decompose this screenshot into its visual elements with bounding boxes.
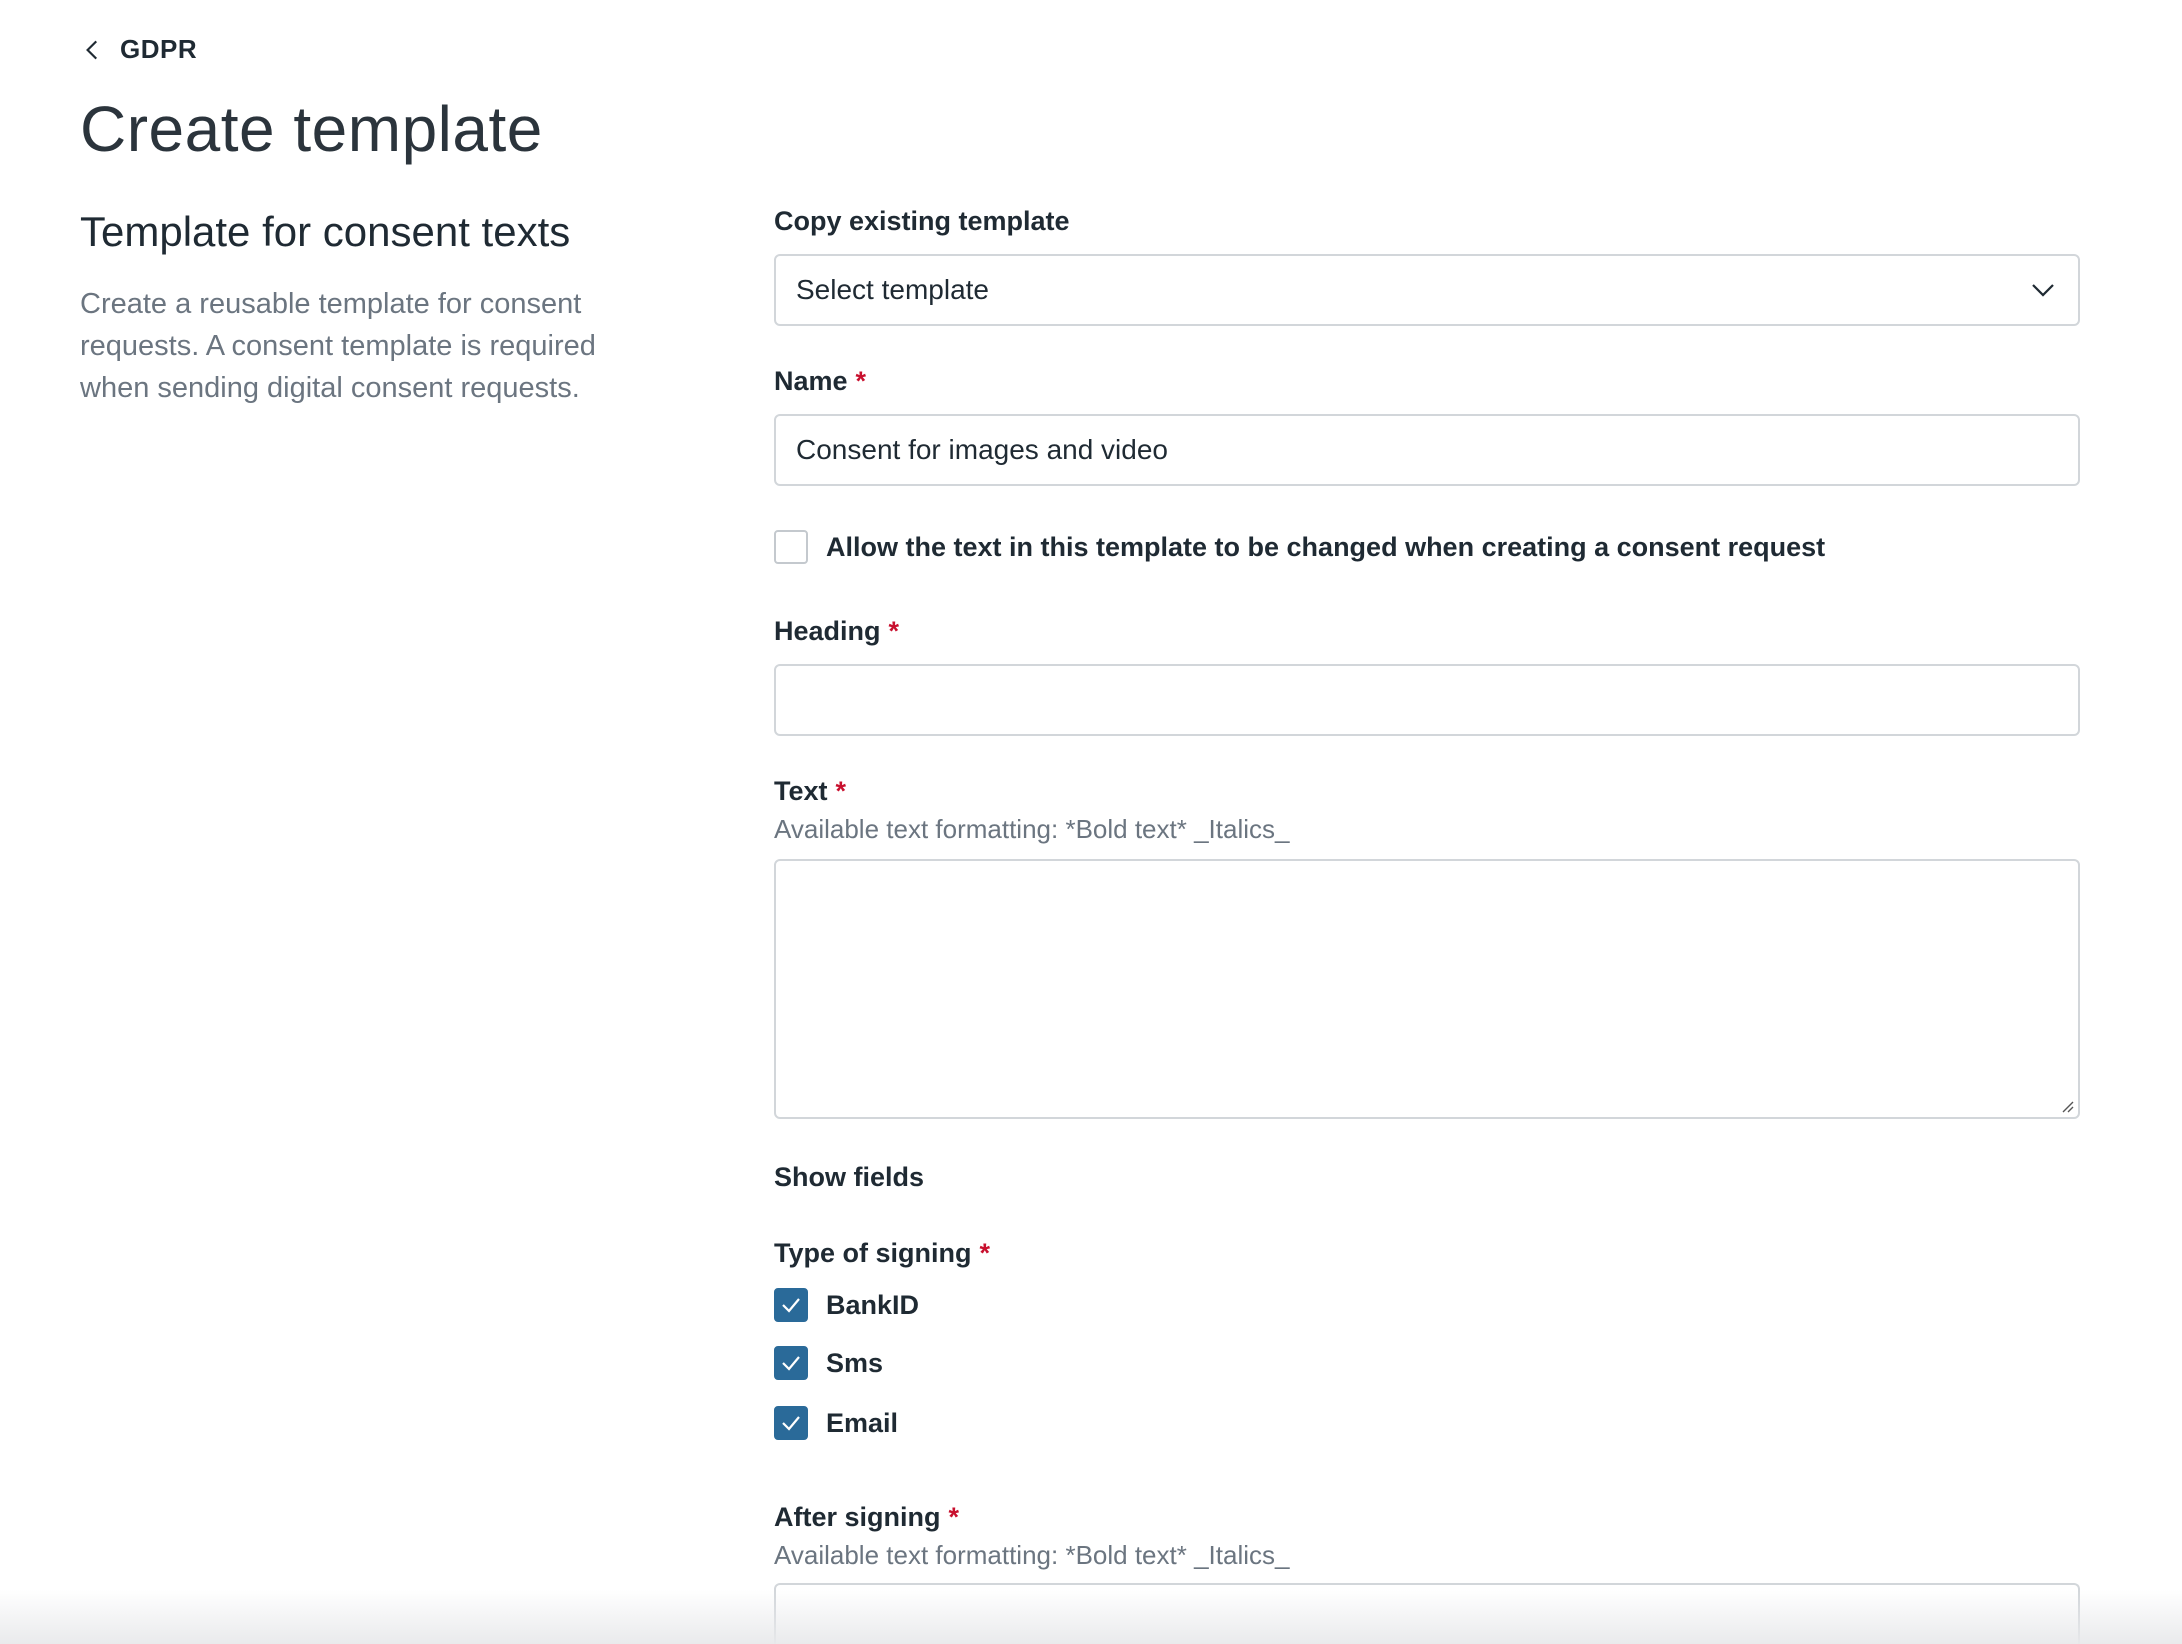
sms-checkbox[interactable] — [774, 1346, 808, 1380]
text-textarea[interactable] — [774, 859, 2080, 1119]
bankid-label: BankID — [826, 1289, 920, 1320]
copy-template-select-value: Select template — [796, 274, 989, 305]
section-description: Create a reusable template for consent r… — [80, 288, 596, 404]
checkmark-icon — [782, 1298, 800, 1313]
required-marker: * — [855, 366, 867, 396]
text-label: Text * — [774, 776, 847, 806]
copy-template-select[interactable]: Select template — [774, 254, 2080, 326]
signing-option-email[interactable]: Email — [774, 1406, 898, 1440]
chevron-left-icon — [86, 40, 98, 59]
signing-option-sms[interactable]: Sms — [774, 1346, 883, 1380]
signing-type-label: Type of signing * — [774, 1238, 991, 1268]
allow-change-checkbox-row[interactable]: Allow the text in this template to be ch… — [774, 530, 1825, 564]
name-label: Name * — [774, 366, 867, 396]
allow-change-checkbox[interactable] — [774, 530, 808, 564]
after-signing-textarea[interactable] — [774, 1583, 2080, 1644]
resize-handle-icon[interactable] — [2058, 1097, 2074, 1113]
required-marker: * — [835, 776, 847, 806]
email-checkbox[interactable] — [774, 1406, 808, 1440]
required-marker: * — [979, 1238, 991, 1268]
heading-input[interactable] — [774, 664, 2080, 736]
page-title: Create template — [80, 93, 543, 165]
checkmark-icon — [782, 1356, 800, 1371]
allow-change-label: Allow the text in this template to be ch… — [826, 531, 1826, 562]
heading-label: Heading * — [774, 616, 900, 646]
signing-option-bankid[interactable]: BankID — [774, 1288, 919, 1322]
after-signing-label: After signing * — [774, 1502, 960, 1532]
copy-template-label: Copy existing template — [774, 206, 1070, 236]
name-input[interactable] — [774, 414, 2080, 486]
back-link[interactable]: GDPR — [80, 34, 197, 65]
chevron-down-icon — [2032, 284, 2054, 297]
sms-label: Sms — [826, 1347, 884, 1378]
create-template-page: GDPR Create template Template for consen… — [0, 0, 2182, 1644]
section-title: Template for consent texts — [80, 208, 571, 255]
required-marker: * — [888, 616, 900, 646]
required-marker: * — [948, 1502, 960, 1532]
show-fields-label: Show fields — [774, 1162, 925, 1192]
text-formatting-hint: Available text formatting: *Bold text* _… — [774, 814, 1290, 844]
back-link-label: GDPR — [120, 34, 198, 64]
checkmark-icon — [782, 1416, 800, 1431]
bankid-checkbox[interactable] — [774, 1288, 808, 1322]
after-signing-formatting-hint: Available text formatting: *Bold text* _… — [774, 1540, 1290, 1570]
email-label: Email — [826, 1407, 899, 1438]
